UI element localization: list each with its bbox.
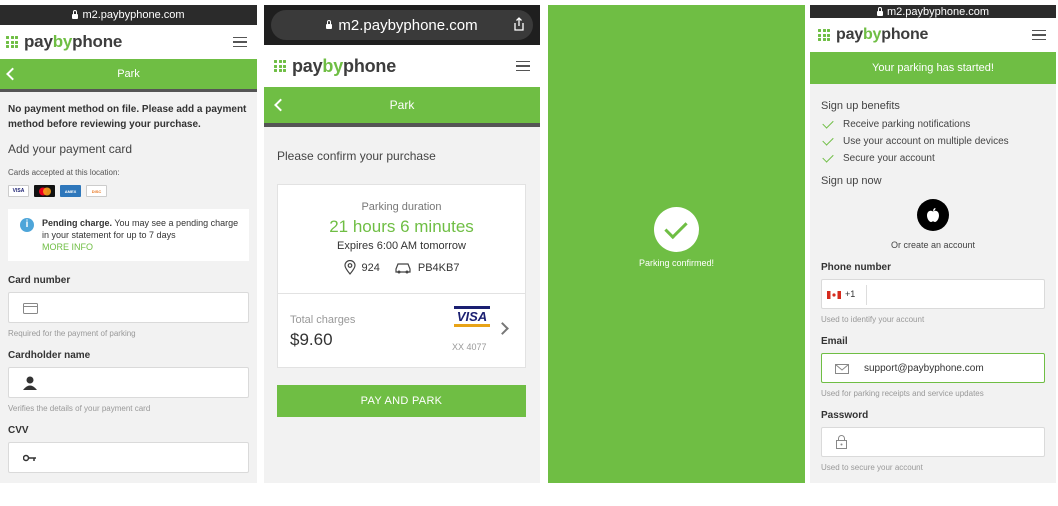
parking-started-banner: Your parking has started! bbox=[810, 52, 1056, 84]
cards-accepted-label: Cards accepted at this location: bbox=[8, 168, 120, 177]
pending-charge-notice: i Pending charge. You may see a pending … bbox=[8, 209, 249, 261]
check-icon bbox=[822, 151, 834, 163]
confirm-purchase-screen: m2.paybyphone.com paybyphone Park Please… bbox=[264, 5, 540, 483]
lock-icon bbox=[876, 6, 883, 16]
payment-row[interactable]: Total charges $9.60 VISA XX 4077 bbox=[278, 294, 525, 367]
page-title: Park bbox=[117, 68, 140, 80]
cardholder-hint: Verifies the details of your payment car… bbox=[8, 404, 151, 413]
menu-icon[interactable] bbox=[516, 60, 530, 72]
visa-icon: VISA bbox=[8, 185, 29, 197]
paybyphone-logo[interactable]: paybyphone bbox=[274, 56, 396, 77]
more-info-link[interactable]: MORE INFO bbox=[42, 242, 93, 252]
chevron-right-icon[interactable] bbox=[496, 322, 509, 335]
share-icon[interactable] bbox=[513, 17, 525, 31]
accepted-cards: VISA AMEX DISC bbox=[8, 185, 249, 197]
purchase-summary-card: Parking duration 21 hours 6 minutes Expi… bbox=[277, 184, 526, 368]
total-value: $9.60 bbox=[290, 330, 333, 349]
location-number: 924 bbox=[361, 261, 380, 274]
parking-confirmed-screen: Parking confirmed! bbox=[548, 5, 805, 483]
lock-icon bbox=[72, 10, 79, 19]
email-hint: Used for parking receipts and service up… bbox=[821, 389, 984, 398]
password-label: Password bbox=[821, 410, 869, 421]
url-text: m2.paybyphone.com bbox=[886, 5, 990, 18]
email-label: Email bbox=[821, 336, 848, 347]
info-icon: i bbox=[20, 218, 34, 232]
duration-value: 21 hours 6 minutes bbox=[329, 217, 474, 236]
benefits-heading: Sign up benefits bbox=[821, 100, 900, 112]
page-title: Park bbox=[389, 98, 415, 112]
url-bar[interactable]: m2.paybyphone.com bbox=[264, 5, 540, 45]
expires-text: Expires 6:00 AM tomorrow bbox=[337, 240, 466, 252]
url-bar[interactable]: m2.paybyphone.com bbox=[0, 5, 257, 25]
benefit-item: Use your account on multiple devices bbox=[821, 134, 1045, 148]
benefit-item: Receive parking notifications bbox=[821, 117, 1045, 131]
amex-icon: AMEX bbox=[60, 185, 81, 197]
signup-now-heading: Sign up now bbox=[821, 175, 882, 187]
url-bar[interactable]: m2.paybyphone.com bbox=[810, 5, 1056, 18]
or-create-account: Or create an account bbox=[890, 240, 976, 250]
car-icon bbox=[395, 263, 411, 274]
password-input[interactable] bbox=[821, 427, 1045, 457]
park-header-bar: Park bbox=[0, 59, 257, 89]
brand-header: paybyphone bbox=[0, 25, 257, 59]
apple-signin-button[interactable] bbox=[917, 199, 949, 231]
cvv-label: CVV bbox=[8, 425, 29, 436]
password-hint: Used to secure your account bbox=[821, 463, 923, 472]
phone-label: Phone number bbox=[821, 262, 892, 273]
add-card-heading: Add your payment card bbox=[8, 142, 133, 156]
add-payment-screen: m2.paybyphone.com paybyphone Park No pay… bbox=[0, 5, 257, 483]
lock-icon bbox=[326, 20, 333, 29]
key-icon bbox=[23, 454, 36, 462]
duration-label: Parking duration bbox=[361, 201, 442, 213]
person-icon bbox=[23, 376, 37, 390]
park-header-bar: Park bbox=[264, 87, 540, 123]
email-value: support@paybyphone.com bbox=[864, 363, 984, 374]
pay-and-park-button[interactable]: PAY AND PARK bbox=[277, 385, 526, 417]
logo-grid-icon bbox=[818, 29, 830, 41]
brand-header: paybyphone bbox=[264, 45, 540, 87]
canada-flag-icon bbox=[827, 291, 841, 299]
mastercard-icon bbox=[34, 185, 55, 197]
menu-icon[interactable] bbox=[1032, 29, 1046, 41]
phone-input[interactable]: +1 bbox=[821, 279, 1045, 309]
check-icon bbox=[822, 134, 834, 146]
total-label: Total charges bbox=[290, 314, 356, 326]
paybyphone-logo[interactable]: paybyphone bbox=[6, 32, 122, 52]
lock-outline-icon bbox=[836, 435, 847, 449]
visa-icon: VISA bbox=[454, 306, 490, 327]
credit-card-icon bbox=[23, 303, 38, 314]
card-number-label: Card number bbox=[8, 275, 71, 286]
check-icon bbox=[822, 117, 834, 129]
mail-icon bbox=[835, 364, 849, 374]
license-plate: PB4KB7 bbox=[417, 261, 460, 274]
card-number-input[interactable] bbox=[8, 292, 249, 323]
country-code[interactable]: +1 bbox=[845, 289, 855, 299]
logo-grid-icon bbox=[274, 60, 286, 72]
menu-icon[interactable] bbox=[233, 36, 247, 48]
apple-icon bbox=[927, 208, 939, 222]
card-last-digits: XX 4077 bbox=[452, 342, 487, 352]
cardholder-label: Cardholder name bbox=[8, 350, 91, 361]
email-input[interactable]: support@paybyphone.com bbox=[821, 353, 1045, 383]
benefits-list: Receive parking notifications Use your a… bbox=[821, 117, 1045, 165]
cvv-input[interactable] bbox=[8, 442, 249, 473]
logo-grid-icon bbox=[6, 36, 18, 48]
check-circle-icon bbox=[654, 207, 699, 252]
url-text: m2.paybyphone.com bbox=[338, 16, 478, 34]
benefit-item: Secure your account bbox=[821, 151, 1045, 165]
brand-header: paybyphone bbox=[810, 18, 1056, 52]
phone-hint: Used to identify your account bbox=[821, 315, 925, 324]
confirmed-text: Parking confirmed! bbox=[638, 258, 715, 268]
paybyphone-logo[interactable]: paybyphone bbox=[818, 26, 928, 44]
card-number-hint: Required for the payment of parking bbox=[8, 329, 136, 338]
discover-icon: DISC bbox=[86, 185, 107, 197]
confirm-heading: Please confirm your purchase bbox=[277, 149, 436, 163]
back-arrow-icon[interactable] bbox=[274, 98, 287, 112]
location-pin-icon bbox=[343, 260, 356, 275]
no-payment-warning: No payment method on file. Please add a … bbox=[8, 104, 247, 130]
signup-screen: m2.paybyphone.com paybyphone Your parkin… bbox=[810, 5, 1056, 483]
cardholder-input[interactable] bbox=[8, 367, 249, 398]
back-arrow-icon[interactable] bbox=[6, 67, 19, 81]
url-text: m2.paybyphone.com bbox=[82, 9, 185, 21]
